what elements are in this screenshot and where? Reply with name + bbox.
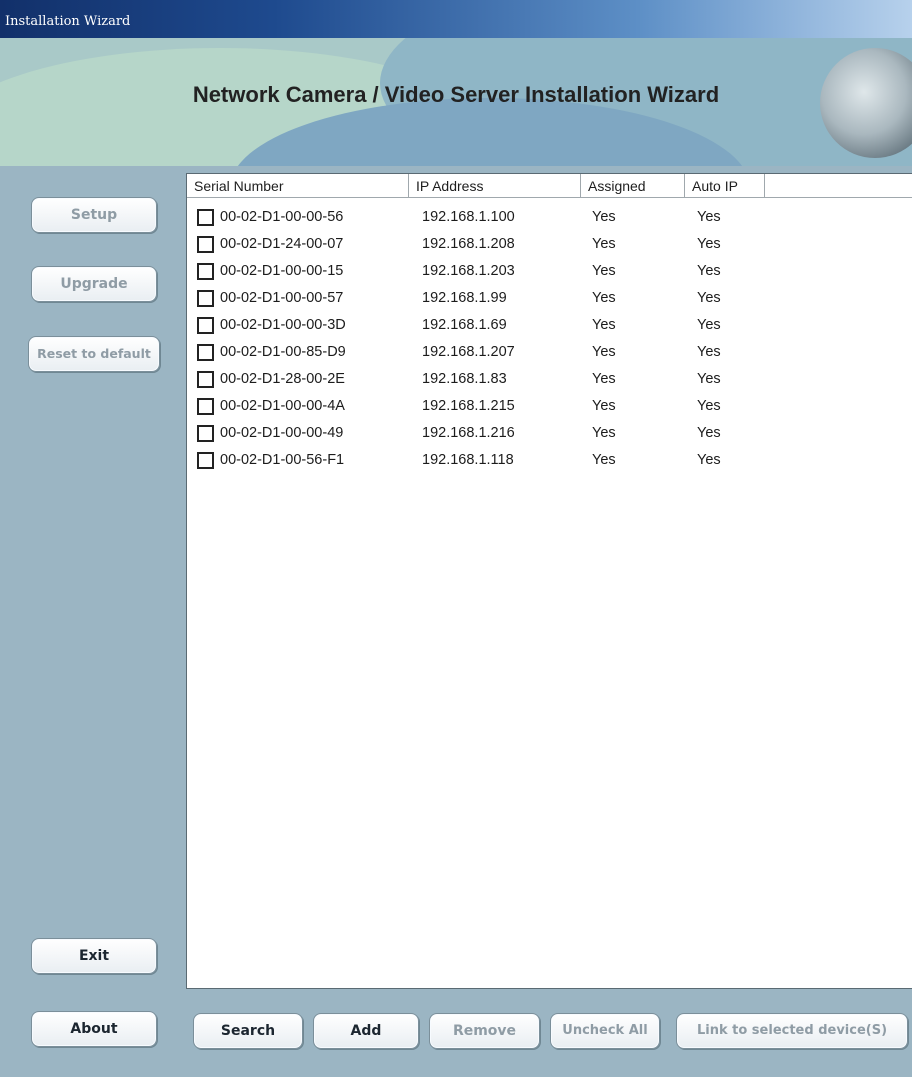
checkbox-icon[interactable] <box>197 371 214 388</box>
serial-cell: 00-02-D1-00-00-57 <box>220 290 344 306</box>
serial-cell: 00-02-D1-00-00-4A <box>220 398 345 414</box>
ip-cell: 192.168.1.207 <box>422 344 515 360</box>
serial-cell: 00-02-D1-28-00-2E <box>220 371 345 387</box>
column-header-auto-ip[interactable]: Auto IP <box>685 174 765 198</box>
table-row[interactable]: 00-02-D1-00-00-3D 192.168.1.69 Yes Yes <box>187 312 912 339</box>
column-header-assigned[interactable]: Assigned <box>581 174 685 198</box>
serial-cell: 00-02-D1-00-00-56 <box>220 209 344 225</box>
auto-ip-cell: Yes <box>697 452 721 468</box>
ip-cell: 192.168.1.118 <box>422 452 514 468</box>
table-row[interactable]: 00-02-D1-00-00-49 192.168.1.216 Yes Yes <box>187 420 912 447</box>
checkbox-icon[interactable] <box>197 452 214 469</box>
add-button[interactable]: Add <box>313 1013 419 1049</box>
ip-cell: 192.168.1.83 <box>422 371 507 387</box>
checkbox-icon[interactable] <box>197 263 214 280</box>
serial-cell: 00-02-D1-24-00-07 <box>220 236 344 252</box>
auto-ip-cell: Yes <box>697 263 721 279</box>
serial-cell: 00-02-D1-00-56-F1 <box>220 452 345 468</box>
title-bar[interactable]: Installation Wizard <box>0 0 912 38</box>
table-row[interactable]: 00-02-D1-00-00-15 192.168.1.203 Yes Yes <box>187 258 912 285</box>
setup-button[interactable]: Setup <box>31 197 157 233</box>
auto-ip-cell: Yes <box>697 344 721 360</box>
about-button[interactable]: About <box>31 1011 157 1047</box>
assigned-cell: Yes <box>592 371 616 387</box>
checkbox-icon[interactable] <box>197 398 214 415</box>
ip-cell: 192.168.1.215 <box>422 398 515 414</box>
assigned-cell: Yes <box>592 263 616 279</box>
checkbox-icon[interactable] <box>197 209 214 226</box>
serial-cell: 00-02-D1-00-00-3D <box>220 317 346 333</box>
table-row[interactable]: 00-02-D1-00-00-56 192.168.1.100 Yes Yes <box>187 204 912 231</box>
reset-to-default-button[interactable]: Reset to default <box>28 336 160 372</box>
header-banner: Network Camera / Video Server Installati… <box>0 38 912 166</box>
auto-ip-cell: Yes <box>697 236 721 252</box>
assigned-cell: Yes <box>592 398 616 414</box>
ip-cell: 192.168.1.208 <box>422 236 515 252</box>
serial-cell: 00-02-D1-00-85-D9 <box>220 344 346 360</box>
auto-ip-cell: Yes <box>697 425 721 441</box>
link-to-selected-device-button[interactable]: Link to selected device(S) <box>676 1013 908 1049</box>
auto-ip-cell: Yes <box>697 398 721 414</box>
table-row[interactable]: 00-02-D1-00-00-57 192.168.1.99 Yes Yes <box>187 285 912 312</box>
ip-cell: 192.168.1.99 <box>422 290 507 306</box>
checkbox-icon[interactable] <box>197 425 214 442</box>
checkbox-icon[interactable] <box>197 317 214 334</box>
serial-cell: 00-02-D1-00-00-15 <box>220 263 344 279</box>
column-header-serial[interactable]: Serial Number <box>187 174 409 198</box>
ip-cell: 192.168.1.216 <box>422 425 515 441</box>
assigned-cell: Yes <box>592 236 616 252</box>
checkbox-icon[interactable] <box>197 344 214 361</box>
assigned-cell: Yes <box>592 290 616 306</box>
serial-cell: 00-02-D1-00-00-49 <box>220 425 344 441</box>
ip-cell: 192.168.1.100 <box>422 209 515 225</box>
checkbox-icon[interactable] <box>197 236 214 253</box>
auto-ip-cell: Yes <box>697 371 721 387</box>
device-list[interactable]: Serial Number IP Address Assigned Auto I… <box>186 173 912 989</box>
auto-ip-cell: Yes <box>697 317 721 333</box>
table-row[interactable]: 00-02-D1-24-00-07 192.168.1.208 Yes Yes <box>187 231 912 258</box>
table-row[interactable]: 00-02-D1-00-85-D9 192.168.1.207 Yes Yes <box>187 339 912 366</box>
list-header: Serial Number IP Address Assigned Auto I… <box>187 174 912 198</box>
ip-cell: 192.168.1.69 <box>422 317 507 333</box>
table-row[interactable]: 00-02-D1-28-00-2E 192.168.1.83 Yes Yes <box>187 366 912 393</box>
window-title: Installation Wizard <box>5 14 131 29</box>
remove-button[interactable]: Remove <box>429 1013 540 1049</box>
assigned-cell: Yes <box>592 452 616 468</box>
table-row[interactable]: 00-02-D1-00-00-4A 192.168.1.215 Yes Yes <box>187 393 912 420</box>
column-header-ip[interactable]: IP Address <box>409 174 581 198</box>
search-button[interactable]: Search <box>193 1013 303 1049</box>
exit-button[interactable]: Exit <box>31 938 157 974</box>
uncheck-all-button[interactable]: Uncheck All <box>550 1013 660 1049</box>
auto-ip-cell: Yes <box>697 209 721 225</box>
upgrade-button[interactable]: Upgrade <box>31 266 157 302</box>
ip-cell: 192.168.1.203 <box>422 263 515 279</box>
installation-wizard-window: Installation Wizard Network Camera / Vid… <box>0 0 912 1077</box>
assigned-cell: Yes <box>592 317 616 333</box>
banner-title: Network Camera / Video Server Installati… <box>192 82 720 107</box>
table-row[interactable]: 00-02-D1-00-56-F1 192.168.1.118 Yes Yes <box>187 447 912 474</box>
assigned-cell: Yes <box>592 209 616 225</box>
assigned-cell: Yes <box>592 425 616 441</box>
assigned-cell: Yes <box>592 344 616 360</box>
checkbox-icon[interactable] <box>197 290 214 307</box>
auto-ip-cell: Yes <box>697 290 721 306</box>
